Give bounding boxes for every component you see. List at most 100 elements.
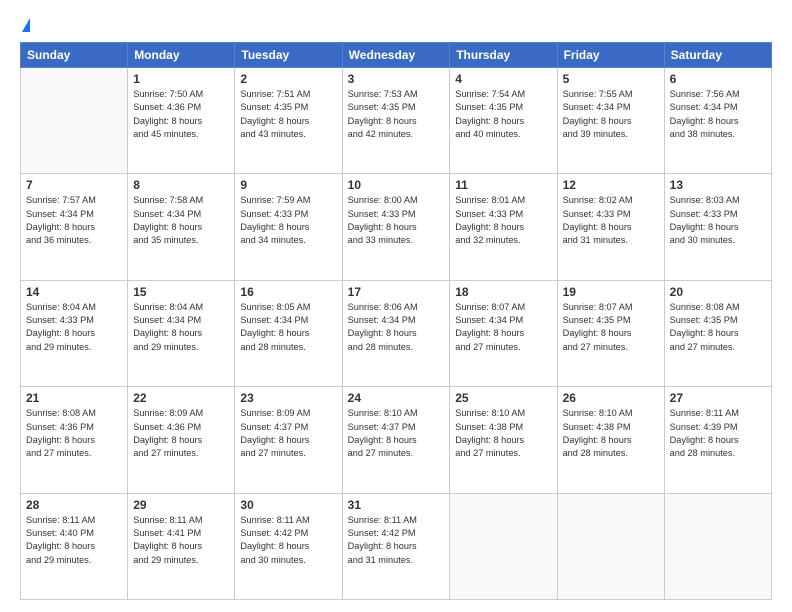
calendar-cell — [21, 68, 128, 174]
header — [20, 18, 772, 32]
day-info: Sunrise: 7:58 AMSunset: 4:34 PMDaylight:… — [133, 194, 229, 247]
day-info: Sunrise: 8:07 AMSunset: 4:34 PMDaylight:… — [455, 301, 551, 354]
day-number: 16 — [240, 285, 336, 299]
page: SundayMondayTuesdayWednesdayThursdayFrid… — [0, 0, 792, 612]
day-number: 3 — [348, 72, 445, 86]
day-number: 30 — [240, 498, 336, 512]
day-number: 5 — [563, 72, 659, 86]
calendar-cell: 20Sunrise: 8:08 AMSunset: 4:35 PMDayligh… — [664, 280, 771, 386]
day-info: Sunrise: 8:06 AMSunset: 4:34 PMDaylight:… — [348, 301, 445, 354]
calendar-cell: 16 Sunrise: 8:05 AMSunset: 4:34 PMDayligh… — [235, 280, 342, 386]
day-info: Sunrise: 7:56 AMSunset: 4:34 PMDaylight:… — [670, 88, 766, 141]
day-info: Sunrise: 8:08 AMSunset: 4:35 PMDaylight:… — [670, 301, 766, 354]
calendar-cell: 15 Sunrise: 8:04 AMSunset: 4:34 PMDayligh… — [128, 280, 235, 386]
day-number: 15 — [133, 285, 229, 299]
calendar-cell: 9 Sunrise: 7:59 AMSunset: 4:33 PMDaylight… — [235, 174, 342, 280]
calendar-cell: 4Sunrise: 7:54 AMSunset: 4:35 PMDaylight… — [450, 68, 557, 174]
day-number: 12 — [563, 178, 659, 192]
day-number: 24 — [348, 391, 445, 405]
day-info: Sunrise: 8:09 AMSunset: 4:36 PMDaylight:… — [133, 407, 229, 460]
day-info: Sunrise: 8:09 AMSunset: 4:37 PMDaylight:… — [240, 407, 336, 460]
calendar-cell: 28Sunrise: 8:11 AMSunset: 4:40 PMDayligh… — [21, 493, 128, 599]
day-number: 18 — [455, 285, 551, 299]
calendar-cell: 19 Sunrise: 8:07 AMSunset: 4:35 PMDayligh… — [557, 280, 664, 386]
calendar-cell: 29 Sunrise: 8:11 AMSunset: 4:41 PMDayligh… — [128, 493, 235, 599]
calendar-week-row: 28Sunrise: 8:11 AMSunset: 4:40 PMDayligh… — [21, 493, 772, 599]
day-number: 13 — [670, 178, 766, 192]
calendar-day-header: Saturday — [664, 43, 771, 68]
day-info: Sunrise: 8:02 AMSunset: 4:33 PMDaylight:… — [563, 194, 659, 247]
calendar-cell: 22 Sunrise: 8:09 AMSunset: 4:36 PMDayligh… — [128, 387, 235, 493]
day-info: Sunrise: 7:50 AMSunset: 4:36 PMDaylight:… — [133, 88, 229, 141]
day-number: 1 — [133, 72, 229, 86]
calendar-cell: 30 Sunrise: 8:11 AMSunset: 4:42 PMDayligh… — [235, 493, 342, 599]
calendar-week-row: 14 Sunrise: 8:04 AMSunset: 4:33 PMDayligh… — [21, 280, 772, 386]
calendar-cell: 23 Sunrise: 8:09 AMSunset: 4:37 PMDayligh… — [235, 387, 342, 493]
day-info: Sunrise: 7:59 AMSunset: 4:33 PMDaylight:… — [240, 194, 336, 247]
day-number: 19 — [563, 285, 659, 299]
calendar-cell: 6 Sunrise: 7:56 AMSunset: 4:34 PMDaylight… — [664, 68, 771, 174]
logo-icon — [22, 18, 30, 32]
day-info: Sunrise: 8:11 AMSunset: 4:40 PMDaylight:… — [26, 514, 122, 567]
calendar-week-row: 7 Sunrise: 7:57 AMSunset: 4:34 PMDaylight… — [21, 174, 772, 280]
day-info: Sunrise: 8:00 AMSunset: 4:33 PMDaylight:… — [348, 194, 445, 247]
day-info: Sunrise: 8:07 AMSunset: 4:35 PMDaylight:… — [563, 301, 659, 354]
day-info: Sunrise: 8:08 AMSunset: 4:36 PMDaylight:… — [26, 407, 122, 460]
calendar-cell: 7 Sunrise: 7:57 AMSunset: 4:34 PMDaylight… — [21, 174, 128, 280]
day-info: Sunrise: 8:10 AMSunset: 4:38 PMDaylight:… — [563, 407, 659, 460]
calendar-cell: 24Sunrise: 8:10 AMSunset: 4:37 PMDayligh… — [342, 387, 450, 493]
day-number: 14 — [26, 285, 122, 299]
day-info: Sunrise: 8:04 AMSunset: 4:34 PMDaylight:… — [133, 301, 229, 354]
calendar: SundayMondayTuesdayWednesdayThursdayFrid… — [20, 42, 772, 600]
day-info: Sunrise: 8:04 AMSunset: 4:33 PMDaylight:… — [26, 301, 122, 354]
day-info: Sunrise: 8:11 AMSunset: 4:39 PMDaylight:… — [670, 407, 766, 460]
calendar-cell — [664, 493, 771, 599]
calendar-cell — [557, 493, 664, 599]
calendar-cell: 31 Sunrise: 8:11 AMSunset: 4:42 PMDayligh… — [342, 493, 450, 599]
calendar-day-header: Sunday — [21, 43, 128, 68]
day-info: Sunrise: 8:11 AMSunset: 4:42 PMDaylight:… — [348, 514, 445, 567]
calendar-week-row: 21 Sunrise: 8:08 AMSunset: 4:36 PMDayligh… — [21, 387, 772, 493]
day-info: Sunrise: 7:51 AMSunset: 4:35 PMDaylight:… — [240, 88, 336, 141]
calendar-cell: 14 Sunrise: 8:04 AMSunset: 4:33 PMDayligh… — [21, 280, 128, 386]
day-number: 17 — [348, 285, 445, 299]
day-info: Sunrise: 8:05 AMSunset: 4:34 PMDaylight:… — [240, 301, 336, 354]
calendar-cell: 26 Sunrise: 8:10 AMSunset: 4:38 PMDayligh… — [557, 387, 664, 493]
day-number: 21 — [26, 391, 122, 405]
calendar-cell: 13Sunrise: 8:03 AMSunset: 4:33 PMDayligh… — [664, 174, 771, 280]
calendar-day-header: Friday — [557, 43, 664, 68]
day-info: Sunrise: 7:54 AMSunset: 4:35 PMDaylight:… — [455, 88, 551, 141]
calendar-cell: 5 Sunrise: 7:55 AMSunset: 4:34 PMDaylight… — [557, 68, 664, 174]
calendar-cell: 10Sunrise: 8:00 AMSunset: 4:33 PMDayligh… — [342, 174, 450, 280]
calendar-cell: 27 Sunrise: 8:11 AMSunset: 4:39 PMDayligh… — [664, 387, 771, 493]
day-number: 27 — [670, 391, 766, 405]
day-info: Sunrise: 7:57 AMSunset: 4:34 PMDaylight:… — [26, 194, 122, 247]
calendar-day-header: Thursday — [450, 43, 557, 68]
calendar-cell: 12 Sunrise: 8:02 AMSunset: 4:33 PMDayligh… — [557, 174, 664, 280]
calendar-cell: 11Sunrise: 8:01 AMSunset: 4:33 PMDayligh… — [450, 174, 557, 280]
day-number: 29 — [133, 498, 229, 512]
day-info: Sunrise: 7:55 AMSunset: 4:34 PMDaylight:… — [563, 88, 659, 141]
day-info: Sunrise: 8:11 AMSunset: 4:41 PMDaylight:… — [133, 514, 229, 567]
day-number: 7 — [26, 178, 122, 192]
day-number: 22 — [133, 391, 229, 405]
calendar-cell: 8 Sunrise: 7:58 AMSunset: 4:34 PMDaylight… — [128, 174, 235, 280]
day-info: Sunrise: 7:53 AMSunset: 4:35 PMDaylight:… — [348, 88, 445, 141]
day-number: 9 — [240, 178, 336, 192]
day-info: Sunrise: 8:10 AMSunset: 4:38 PMDaylight:… — [455, 407, 551, 460]
calendar-cell: 21 Sunrise: 8:08 AMSunset: 4:36 PMDayligh… — [21, 387, 128, 493]
calendar-day-header: Wednesday — [342, 43, 450, 68]
calendar-cell: 3 Sunrise: 7:53 AMSunset: 4:35 PMDaylight… — [342, 68, 450, 174]
day-number: 23 — [240, 391, 336, 405]
day-number: 31 — [348, 498, 445, 512]
logo — [20, 18, 30, 32]
calendar-header-row: SundayMondayTuesdayWednesdayThursdayFrid… — [21, 43, 772, 68]
calendar-day-header: Tuesday — [235, 43, 342, 68]
day-number: 25 — [455, 391, 551, 405]
calendar-cell — [450, 493, 557, 599]
day-number: 8 — [133, 178, 229, 192]
day-number: 6 — [670, 72, 766, 86]
day-info: Sunrise: 8:11 AMSunset: 4:42 PMDaylight:… — [240, 514, 336, 567]
day-number: 26 — [563, 391, 659, 405]
calendar-cell: 1 Sunrise: 7:50 AMSunset: 4:36 PMDaylight… — [128, 68, 235, 174]
